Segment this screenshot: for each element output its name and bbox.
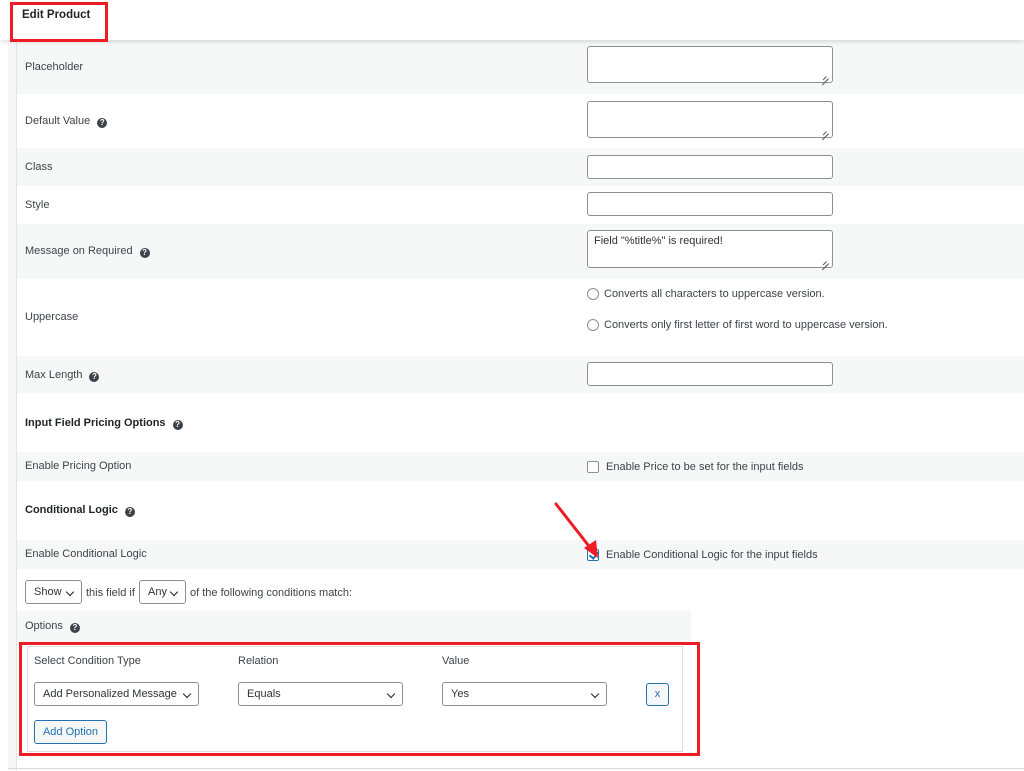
- max-length-label: Max Length?: [25, 369, 100, 382]
- row-pricing-heading: Input Field Pricing Options?: [17, 393, 1024, 452]
- any-select-value: Any: [148, 586, 167, 598]
- message-required-value: Field "%title%" is required!: [594, 235, 723, 247]
- uppercase-option-all[interactable]: Converts all characters to uppercase ver…: [587, 288, 825, 300]
- max-length-label-text: Max Length: [25, 369, 83, 381]
- annotation-arrow-icon: [554, 502, 598, 558]
- uppercase-label: Uppercase: [25, 311, 79, 323]
- help-icon[interactable]: ?: [124, 507, 135, 517]
- row-enable-conditional: Enable Conditional Logic: [17, 540, 1024, 569]
- show-select-value: Show: [34, 586, 62, 598]
- pricing-section-title-text: Input Field Pricing Options: [25, 417, 166, 429]
- chevron-down-icon: [169, 587, 179, 597]
- message-required-textarea[interactable]: Field "%title%" is required!: [587, 230, 833, 268]
- help-icon[interactable]: ?: [97, 118, 108, 128]
- uppercase-option-first-label: Converts only first letter of first word…: [604, 319, 888, 331]
- resize-grip-icon[interactable]: [822, 127, 829, 134]
- style-label: Style: [25, 199, 50, 211]
- enable-conditional-checkbox-label: Enable Conditional Logic for the input f…: [606, 549, 818, 561]
- uppercase-option-first[interactable]: Converts only first letter of first word…: [587, 319, 888, 331]
- enable-pricing-checkbox[interactable]: [587, 461, 599, 473]
- highlight-box-options: [19, 642, 700, 756]
- enable-pricing-label: Enable Pricing Option: [25, 460, 132, 472]
- enable-pricing-checkbox-row[interactable]: Enable Price to be set for the input fie…: [587, 461, 804, 473]
- default-value-textarea[interactable]: [587, 101, 833, 138]
- row-style: Style: [17, 186, 1024, 224]
- pricing-section-title: Input Field Pricing Options?: [25, 417, 183, 430]
- style-input[interactable]: [587, 192, 833, 216]
- max-length-input[interactable]: [587, 362, 833, 386]
- enable-conditional-checkbox-row[interactable]: Enable Conditional Logic for the input f…: [587, 549, 818, 561]
- class-input[interactable]: [587, 155, 833, 179]
- show-select[interactable]: Show: [25, 580, 82, 604]
- logic-text-2: of the following conditions match:: [190, 587, 353, 599]
- options-title: Options?: [25, 620, 80, 633]
- any-select[interactable]: Any: [139, 580, 186, 604]
- help-icon[interactable]: ?: [89, 372, 100, 382]
- uppercase-option-all-label: Converts all characters to uppercase ver…: [604, 288, 825, 300]
- row-conditional-heading: Conditional Logic?: [17, 481, 1024, 540]
- class-label: Class: [25, 161, 53, 173]
- resize-grip-icon[interactable]: [822, 72, 829, 79]
- row-enable-pricing: Enable Pricing Option: [17, 452, 1024, 481]
- logic-text-1: this field if: [86, 587, 135, 599]
- default-value-label: Default Value?: [25, 115, 108, 128]
- radio-button[interactable]: [587, 319, 599, 331]
- message-required-label-text: Message on Required: [25, 245, 133, 257]
- placeholder-textarea[interactable]: [587, 46, 833, 83]
- row-message-required: Message on Required?: [17, 224, 1024, 279]
- row-default-value: Default Value?: [17, 94, 1024, 148]
- options-header: Options?: [17, 611, 691, 644]
- panel-left-strip: [8, 40, 17, 771]
- enable-conditional-label: Enable Conditional Logic: [25, 548, 147, 560]
- row-max-length: Max Length?: [17, 356, 1024, 393]
- row-placeholder: Placeholder: [17, 40, 1024, 94]
- placeholder-label: Placeholder: [25, 61, 84, 73]
- help-icon[interactable]: ?: [172, 420, 183, 430]
- message-required-label: Message on Required?: [25, 245, 150, 258]
- panel-bottom-border: [8, 768, 1024, 769]
- resize-grip-icon[interactable]: [822, 257, 829, 264]
- chevron-down-icon: [65, 587, 75, 597]
- row-uppercase: Uppercase: [17, 279, 1024, 356]
- enable-pricing-checkbox-label: Enable Price to be set for the input fie…: [606, 461, 804, 473]
- conditional-section-title: Conditional Logic?: [25, 504, 135, 517]
- options-title-text: Options: [25, 620, 63, 632]
- page-header: Edit Product: [0, 0, 1024, 40]
- default-value-label-text: Default Value: [25, 115, 91, 127]
- radio-button[interactable]: [587, 288, 599, 300]
- highlight-box-title: [10, 2, 108, 42]
- conditional-section-title-text: Conditional Logic: [25, 504, 118, 516]
- help-icon[interactable]: ?: [69, 623, 80, 633]
- help-icon[interactable]: ?: [139, 248, 150, 258]
- row-class: Class: [17, 148, 1024, 186]
